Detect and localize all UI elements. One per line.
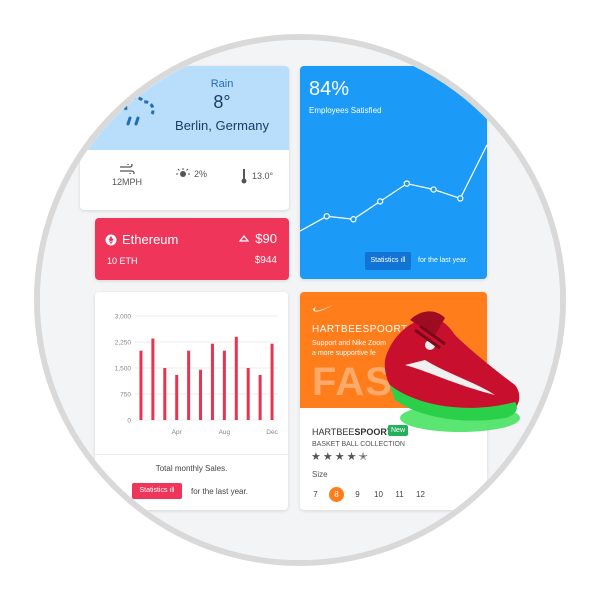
employees-period: for the last year. [418,257,468,264]
sales-period: for the last year. [191,487,248,496]
circular-frame: Rain 8° Berlin, Germany 12MPH 2% 13.0° E… [34,34,566,566]
employees-card[interactable]: 84% Employees Satisfied Statistics ıll f… [300,66,487,279]
line-point [376,198,384,205]
ethereum-icon [105,234,117,245]
thermometer-icon [241,169,247,184]
wind-speed: 12MPH [112,177,143,187]
sales-bar [139,350,143,420]
ethereum-value: $944 [254,255,277,266]
wind-icon [120,164,135,174]
sales-bar [210,343,214,420]
precip-value: 2% [194,169,208,179]
employees-statistics-button[interactable]: Statistics ıll [365,252,411,270]
star-icon[interactable]: ★ [311,451,323,463]
y-tick-label: 2,250 [115,340,132,347]
size-label: Size [312,470,328,479]
employees-percent: 84% [309,78,350,100]
ethereum-price: $90 [239,231,277,246]
nike-swoosh-icon [312,305,333,312]
sales-title: Total monthly Sales. [155,464,228,473]
sun-cloud-icon [176,168,190,177]
size-option-9[interactable]: 9 [350,487,365,502]
ethereum-name: Ethereum [122,232,179,247]
sales-bar [199,369,203,420]
triangle-up-icon [239,235,250,242]
sales-bar [187,350,191,420]
weather-temperature: 8° [213,92,231,112]
sales-bar [151,338,155,420]
ethereum-title: Ethereum [105,232,178,247]
ethereum-price-value: $90 [255,231,277,246]
x-tick-label: Apr [172,429,183,436]
size-option-8[interactable]: 8 [329,487,344,502]
product-name-prefix: HARTBEE [312,427,355,437]
sales-card[interactable]: 0 750 1,500 2,250 3,000 Apr Aug Dec Total month… [95,292,288,510]
line-point [350,216,357,223]
thermo-stat: 13.0° [240,168,273,184]
sales-divider [95,454,288,455]
sales-bar [258,374,262,420]
sales-bar [163,368,167,420]
sales-bar [222,350,226,420]
star-icon[interactable]: ★ [323,451,335,463]
size-option-10[interactable]: 10 [371,487,386,502]
weather-condition: Rain [210,78,234,90]
star-half-icon[interactable]: ✭ [359,451,370,463]
size-option-12[interactable]: 12 [413,487,428,502]
ethereum-amount: 10 ETH [107,256,138,266]
x-tick-label: Aug [219,429,231,436]
sales-statistics-button[interactable]: Statistics ıll [132,483,182,499]
y-tick-label: 0 [127,418,131,425]
star-icon[interactable]: ★ [335,451,347,463]
x-tick-label: Dec [266,429,278,436]
y-tick-label: 750 [120,392,131,399]
line-point [457,195,464,202]
star-icon[interactable]: ★ [347,451,359,463]
product-collection: BASKET BALL COLLECTION [312,441,405,448]
monthly-sales-bar-chart: 0 750 1,500 2,250 3,000 Apr Aug Dec [115,314,279,437]
weather-location: Berlin, Germany [175,118,269,133]
line-point [403,180,411,187]
sales-bar [270,343,274,420]
product-rating: ★★★★✭ [311,450,370,463]
satisfaction-line-chart [300,144,487,232]
precip-stat: 2% [176,168,207,180]
dashboard-canvas: Rain 8° Berlin, Germany 12MPH 2% 13.0° E… [40,40,560,560]
sneaker-image [384,311,520,432]
sales-bar [234,336,238,420]
size-options: 7 8 9 10 11 12 [308,487,428,502]
weather-stats: 12MPH 2% 13.0° [80,150,289,210]
sales-bar [246,368,250,420]
line-point [323,213,330,220]
size-option-7[interactable]: 7 [308,487,323,502]
employees-label: Employees Satisfied [309,106,382,115]
thermo-value: 13.0° [252,171,274,181]
y-tick-label: 3,000 [115,314,132,321]
weather-header: Rain 8° Berlin, Germany [80,66,289,150]
line-point [430,186,437,193]
y-tick-label: 1,500 [115,366,132,373]
weather-card[interactable]: Rain 8° Berlin, Germany 12MPH 2% 13.0° [80,66,289,210]
sales-bar [175,374,179,420]
ethereum-card[interactable]: Ethereum $90 10 ETH $944 [95,218,289,280]
wind-stat: 12MPH [112,164,142,187]
size-option-11[interactable]: 11 [392,487,407,502]
rain-cloud-icon [124,96,155,126]
